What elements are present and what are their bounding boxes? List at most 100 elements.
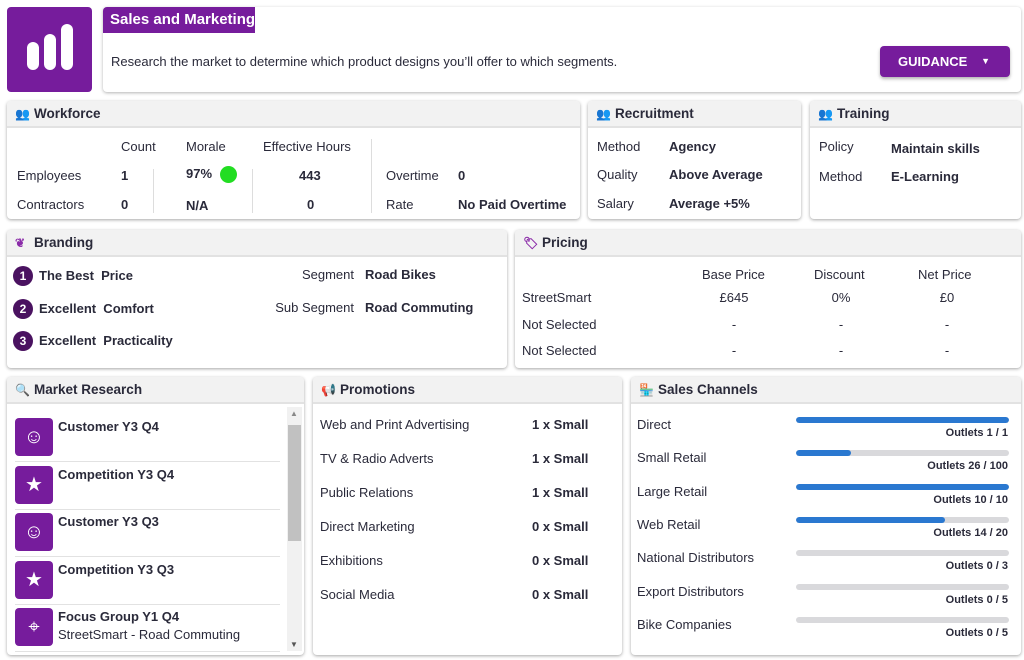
pricing-panel: 🏷 Pricing Base Price Discount Net Price S… — [515, 230, 1021, 368]
channel-outlets: Outlets 0 / 5 — [945, 626, 1008, 639]
progress-fill — [796, 516, 946, 523]
channel-progress-bar — [796, 550, 1009, 557]
channel-name: National Distributors — [637, 550, 755, 566]
scrollbar-thumb[interactable] — [288, 425, 301, 541]
rank-badge: 2 — [13, 299, 33, 319]
channel-outlets: Outlets 0 / 3 — [945, 560, 1008, 573]
megaphone-icon: 📢 — [321, 383, 336, 397]
promotion-name: Web and Print Advertising — [320, 417, 470, 432]
panel-header: 👥 Training — [810, 101, 1021, 128]
col-discount: Discount — [814, 267, 865, 282]
panel-title: Market Research — [34, 382, 143, 397]
channel-name: Large Retail — [637, 483, 708, 499]
channel-name: Export Distributors — [637, 583, 744, 599]
contractors-hours: 0 — [307, 197, 315, 212]
podium-stars-icon: ★ — [15, 560, 53, 599]
panel-header: 🏪 Sales Channels — [631, 377, 1021, 404]
market-research-item[interactable]: ★ Competition Y3 Q3 — [15, 558, 280, 605]
bar-chart-icon-bar — [44, 34, 56, 70]
guidance-label: GUIDANCE — [898, 54, 968, 69]
pricing-base: £645 — [719, 290, 749, 305]
research-title: Customer Y3 Q4 — [58, 419, 159, 434]
col-base-price: Base Price — [702, 267, 765, 282]
recruitment-method-value: Agency — [669, 139, 716, 154]
panel-title: Branding — [34, 235, 94, 250]
overtime-label: Overtime — [386, 168, 439, 183]
promotion-value: 0 x Small — [532, 519, 589, 534]
training-policy-value: Maintain skills — [891, 141, 980, 156]
employees-count: 1 — [121, 168, 129, 183]
promotion-name: TV & Radio Adverts — [320, 451, 434, 466]
recruitment-quality-label: Quality — [597, 167, 638, 182]
channel-outlets: Outlets 14 / 20 — [933, 526, 1008, 539]
market-research-item[interactable]: ☺ Customer Y3 Q4 — [15, 415, 280, 462]
col-hours: Effective Hours — [263, 139, 351, 154]
podium-stars-icon: ★ — [15, 465, 53, 504]
pricing-base: - — [731, 316, 737, 332]
col-morale: Morale — [186, 139, 226, 154]
rank-badge: 1 — [13, 266, 33, 286]
research-subtitle: StreetSmart - Road Commuting — [58, 627, 241, 642]
pricing-product-name: StreetSmart — [522, 290, 592, 305]
scroll-down-icon[interactable]: ▼ — [290, 640, 298, 649]
pricing-discount: - — [838, 316, 844, 332]
workforce-panel: 👥 Workforce Count Morale Effective Hours … — [7, 101, 580, 219]
promotion-value: 1 x Small — [532, 417, 589, 432]
pricing-product-name: Not Selected — [522, 343, 597, 358]
col-count: Count — [121, 139, 156, 154]
employees-morale: 97% — [186, 166, 213, 181]
contractors-label: Contractors — [17, 197, 85, 212]
channel-progress-bar — [796, 616, 1009, 623]
panel-header: 👥 Workforce — [7, 101, 580, 128]
market-research-item[interactable]: ⌖ Focus Group Y1 Q4 StreetSmart - Road C… — [15, 605, 280, 652]
panel-title: Sales Channels — [658, 382, 758, 397]
promotion-name: Direct Marketing — [320, 519, 415, 534]
page-header: Sales and Marketing Research the market … — [103, 7, 1021, 92]
people-icon: 👥 — [818, 107, 833, 121]
panel-header: 👥 Recruitment — [588, 101, 801, 128]
recruitment-salary-label: Salary — [597, 196, 634, 211]
page-description: Research the market to determine which p… — [111, 54, 618, 69]
pricing-product-name: Not Selected — [522, 316, 597, 332]
channel-name: Web Retail — [637, 516, 701, 532]
channel-outlets: Outlets 0 / 5 — [945, 593, 1008, 606]
brand-attribute-2: Excellent Comfort — [39, 301, 154, 316]
panel-title: Recruitment — [615, 106, 694, 121]
channel-progress-bar — [796, 483, 1009, 490]
page-title: Sales and Marketing — [103, 7, 256, 33]
target-icon: ⌖ — [15, 608, 53, 646]
market-research-item[interactable]: ★ Competition Y3 Q4 — [15, 463, 280, 510]
promotion-value: 1 x Small — [532, 485, 589, 500]
channel-progress-bar — [796, 583, 1009, 590]
promotion-name: Social Media — [320, 587, 395, 602]
smiley-icon: ☺ — [15, 513, 53, 551]
branding-icon: ❦ — [15, 236, 26, 250]
caret-down-icon: ▼ — [981, 56, 990, 66]
market-research-panel: 🔍 Market Research ☺ Customer Y3 Q4 ★ Comp… — [7, 377, 304, 655]
channel-outlets: Outlets 1 / 1 — [945, 427, 1008, 439]
sales-marketing-logo — [7, 7, 92, 92]
segment-label: Segment — [301, 267, 354, 282]
pricing-net: £0 — [939, 290, 955, 305]
research-title: Competition Y3 Q4 — [58, 466, 175, 482]
market-research-item[interactable]: ☺ Customer Y3 Q3 — [15, 510, 280, 557]
promotion-value: 1 x Small — [532, 451, 589, 466]
branding-panel: ❦ Branding 1 The Best Price 2 Excellent Com… — [7, 230, 507, 368]
pricing-discount: 0% — [831, 290, 851, 305]
people-icon: 👥 — [15, 107, 30, 121]
research-title: Focus Group Y1 Q4 — [58, 609, 180, 624]
training-panel: 👥 Training Policy Maintain skills Method … — [810, 101, 1021, 219]
guidance-button[interactable]: GUIDANCE ▼ — [880, 46, 1010, 77]
promotions-panel: 📢 Promotions Web and Print Advertising 1 … — [313, 377, 622, 655]
contractors-count: 0 — [121, 197, 129, 212]
training-policy-label: Policy — [819, 139, 854, 154]
rate-label: Rate — [386, 197, 414, 212]
panel-title: Promotions — [340, 382, 416, 397]
scroll-up-icon[interactable]: ▲ — [290, 409, 298, 418]
col-net-price: Net Price — [918, 267, 972, 282]
people-icon: 👥 — [596, 107, 611, 121]
pricing-net: - — [944, 343, 950, 358]
panel-title: Training — [837, 106, 890, 121]
scrollbar[interactable]: ▲ ▼ — [287, 407, 302, 651]
panel-header: ❦ Branding — [7, 230, 507, 257]
